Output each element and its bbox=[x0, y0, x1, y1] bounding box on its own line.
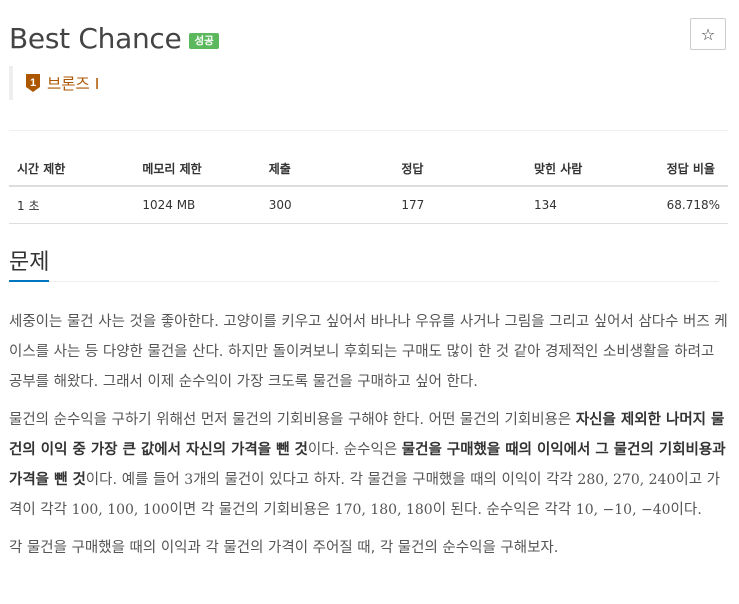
memory-limit-value: 1024 MB bbox=[134, 186, 261, 224]
star-icon: ☆ bbox=[700, 24, 716, 44]
col-submissions: 제출 bbox=[260, 152, 394, 187]
accept-ratio-value: 68.718% bbox=[658, 186, 728, 224]
solvers-value[interactable]: 134 bbox=[525, 186, 659, 224]
col-time-limit: 시간 제한 bbox=[9, 152, 135, 187]
section-title: 문제 bbox=[9, 250, 50, 275]
table-header-row: 시간 제한 메모리 제한 제출 정답 맞힌 사람 정답 비율 bbox=[9, 152, 728, 187]
tier-badge[interactable]: 1 브론즈 I bbox=[9, 66, 99, 100]
accepted-value[interactable]: 177 bbox=[393, 186, 526, 224]
description-paragraph-1: 세중이는 물건 사는 것을 좋아한다. 고양이를 키우고 싶어서 바나나 우유를… bbox=[9, 314, 728, 390]
col-memory-limit: 메모리 제한 bbox=[134, 152, 261, 187]
favorite-star-button[interactable]: ☆ bbox=[690, 18, 726, 50]
divider bbox=[9, 130, 728, 131]
tier-label: 브론즈 I bbox=[47, 75, 100, 93]
col-accepted: 정답 bbox=[393, 152, 526, 187]
table-row: 1 초 1024 MB 300 177 134 68.718% bbox=[9, 186, 728, 224]
section-divider bbox=[49, 281, 719, 282]
time-limit-value: 1 초 bbox=[9, 186, 135, 224]
tier-icon-number: 1 bbox=[30, 77, 36, 89]
section-underline bbox=[9, 280, 49, 282]
description-paragraph-3: 각 물건을 구매했을 때의 이익과 각 물건의 가격이 주어질 때, 각 물건의… bbox=[9, 540, 559, 556]
status-badge: 성공 bbox=[189, 32, 219, 50]
col-accept-ratio: 정답 비율 bbox=[658, 152, 728, 187]
problem-title: Best Chance bbox=[9, 21, 182, 55]
description-paragraph-2: 물건의 순수익을 구하기 위해선 먼저 물건의 기회비용을 구해야 한다. 어떤… bbox=[9, 412, 726, 518]
problem-info-table: 시간 제한 메모리 제한 제출 정답 맞힌 사람 정답 비율 1 초 1024 … bbox=[9, 152, 728, 224]
col-solvers: 맞힌 사람 bbox=[525, 152, 659, 187]
problem-header: Best Chance 성공 bbox=[9, 18, 219, 58]
problem-description: 세중이는 물건 사는 것을 좋아한다. 고양이를 키우고 싶어서 바나나 우유를… bbox=[9, 307, 728, 571]
submissions-value[interactable]: 300 bbox=[260, 186, 394, 224]
bronze-tier-icon: 1 bbox=[26, 74, 40, 92]
